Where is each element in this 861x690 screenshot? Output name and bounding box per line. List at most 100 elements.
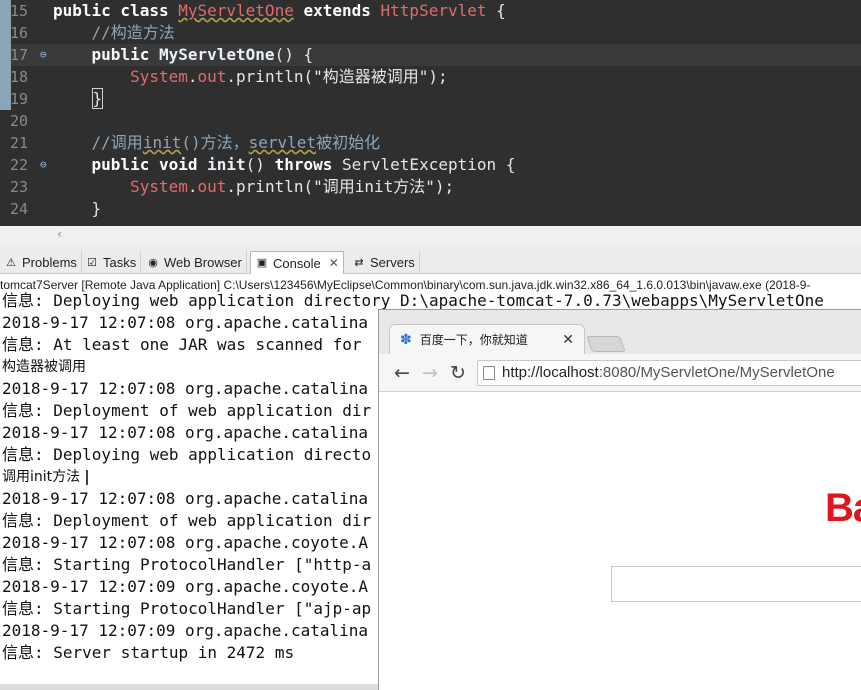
code-line[interactable]: 21 //调用init()方法，servlet被初始化 <box>0 132 861 154</box>
baidu-logo: Ba <box>825 486 861 530</box>
code-token: { <box>486 1 506 20</box>
url-path: :8080/MyServletOne/MyServletOne <box>598 364 835 381</box>
code-text: public void init() throws ServletExcepti… <box>53 154 516 176</box>
code-token: ); <box>428 67 448 86</box>
console-icon: ▣ <box>256 257 268 269</box>
browser-page <box>379 392 861 690</box>
code-token: //构造方法 <box>53 23 175 42</box>
code-token: () <box>245 155 275 174</box>
code-token: HttpServlet <box>380 1 487 20</box>
line-number: 21 <box>10 134 29 152</box>
code-token: "调用init方法" <box>313 177 435 196</box>
line-number: 20 <box>10 112 29 130</box>
code-line[interactable]: 22 ⊖ public void init() throws ServletExc… <box>0 154 861 176</box>
browser-tab[interactable]: ✽ 百度一下，你就知道 ✕ <box>389 324 585 354</box>
code-text: System.out.println("调用init方法"); <box>53 176 454 198</box>
code-token: } <box>91 88 104 109</box>
code-token: . <box>187 177 198 196</box>
code-token: .println( <box>226 67 314 86</box>
line-number: 16 <box>10 24 29 42</box>
text-cursor-icon <box>86 469 89 485</box>
code-text: System.out.println("构造器被调用"); <box>53 66 448 88</box>
browser-tab-title: 百度一下，你就知道 <box>419 333 528 347</box>
code-text: //调用init()方法，servlet被初始化 <box>53 132 381 154</box>
code-token: "构造器被调用" <box>313 67 429 86</box>
line-number: 24 <box>10 200 29 218</box>
tab-console[interactable]: ▣ Console ✕ <box>250 251 344 274</box>
code-token: 被初始化 <box>316 133 381 152</box>
new-tab-button[interactable] <box>586 336 626 352</box>
close-tab-icon[interactable]: ✕ <box>562 332 574 348</box>
url-host: http://localhost <box>502 364 599 381</box>
code-line[interactable]: 24 } <box>0 198 861 220</box>
code-editor[interactable]: 15 public class MyServletOne extends Http… <box>0 0 861 228</box>
problems-icon: ⚠ <box>6 256 16 269</box>
tab-problems[interactable]: ⚠ Problems <box>0 251 82 274</box>
tab-servers[interactable]: ⇄ Servers <box>348 251 420 274</box>
code-token: } <box>53 199 102 218</box>
tab-label: Console <box>273 255 321 271</box>
page-icon <box>483 366 495 380</box>
editor-horizontal-scrollbar[interactable]: ‹ <box>0 226 861 246</box>
baidu-paw-icon: ✽ <box>400 331 412 348</box>
line-number: 18 <box>10 68 29 86</box>
code-token: . <box>187 67 198 86</box>
code-text: } <box>53 198 102 220</box>
servers-icon: ⇄ <box>354 256 364 269</box>
line-number: 17 <box>10 46 29 64</box>
code-token: extends <box>293 1 381 20</box>
address-bar[interactable]: http://localhost:8080/MyServletOne/MySer… <box>477 360 861 386</box>
fold-collapse-icon[interactable]: ⊖ <box>40 154 52 176</box>
code-token: System <box>53 67 188 86</box>
scroll-left-icon[interactable]: ‹ <box>56 227 63 241</box>
code-token: ServletException { <box>342 155 516 174</box>
code-token: throws <box>274 155 342 174</box>
reload-icon[interactable]: ↻ <box>447 362 469 384</box>
console-scrollbar[interactable] <box>0 684 380 690</box>
tab-label: Tasks <box>103 255 137 270</box>
tab-label: Servers <box>370 255 415 270</box>
baidu-search-input[interactable] <box>611 566 861 602</box>
code-token: .println( <box>226 177 314 196</box>
forward-icon[interactable]: → <box>419 362 441 384</box>
tab-tasks[interactable]: ☑ Tasks <box>81 251 142 274</box>
line-number: 15 <box>10 2 29 20</box>
code-token: MyServletOne <box>178 1 294 20</box>
code-line[interactable]: 19 } <box>0 88 861 110</box>
line-number: 22 <box>10 156 29 174</box>
close-tab-icon[interactable]: ✕ <box>329 256 339 270</box>
code-token: ()方法， <box>181 133 249 152</box>
code-token: init <box>142 133 182 152</box>
code-token: out <box>197 67 227 86</box>
code-line[interactable]: 20 <box>0 110 861 132</box>
code-line[interactable]: 17 ⊖ public MyServletOne() { <box>0 44 861 66</box>
browser-window[interactable]: ✽ 百度一下，你就知道 ✕ ← → ↻ http://localhost:808… <box>378 309 861 690</box>
web-browser-icon: ◉ <box>148 256 158 269</box>
code-token: MyServletOne <box>158 45 275 64</box>
code-text: //构造方法 <box>53 22 175 44</box>
code-text: public MyServletOne() { <box>53 44 314 66</box>
tab-label: Problems <box>22 255 77 270</box>
code-token: public class <box>53 1 179 20</box>
code-token: ); <box>434 177 455 196</box>
browser-toolbar: ← → ↻ http://localhost:8080/MyServletOne… <box>379 354 861 392</box>
code-line[interactable]: 18 System.out.println("构造器被调用"); <box>0 66 861 88</box>
view-tab-bar: ⚠ Problems ☑ Tasks ◉ Web Browser ▣ Console ✕ ⇄ Ser… <box>0 246 861 274</box>
code-line[interactable]: 15 public class MyServletOne extends Http… <box>0 0 861 22</box>
code-line[interactable]: 23 System.out.println("调用init方法"); <box>0 176 861 198</box>
tab-web-browser[interactable]: ◉ Web Browser <box>142 251 247 274</box>
code-line[interactable]: 16 //构造方法 <box>0 22 861 44</box>
fold-collapse-icon[interactable]: ⊖ <box>40 44 52 66</box>
code-token: init <box>207 155 246 174</box>
code-token: () { <box>274 45 314 64</box>
line-number: 19 <box>10 90 29 108</box>
code-token: System <box>53 177 188 196</box>
browser-tab-strip: ✽ 百度一下，你就知道 ✕ <box>379 310 861 354</box>
code-text: } <box>53 88 104 110</box>
back-icon[interactable]: ← <box>391 362 413 384</box>
line-number: 23 <box>10 178 29 196</box>
code-text: public class MyServletOne extends HttpSe… <box>53 0 506 22</box>
code-token: public <box>53 45 159 64</box>
tab-label: Web Browser <box>164 255 242 270</box>
